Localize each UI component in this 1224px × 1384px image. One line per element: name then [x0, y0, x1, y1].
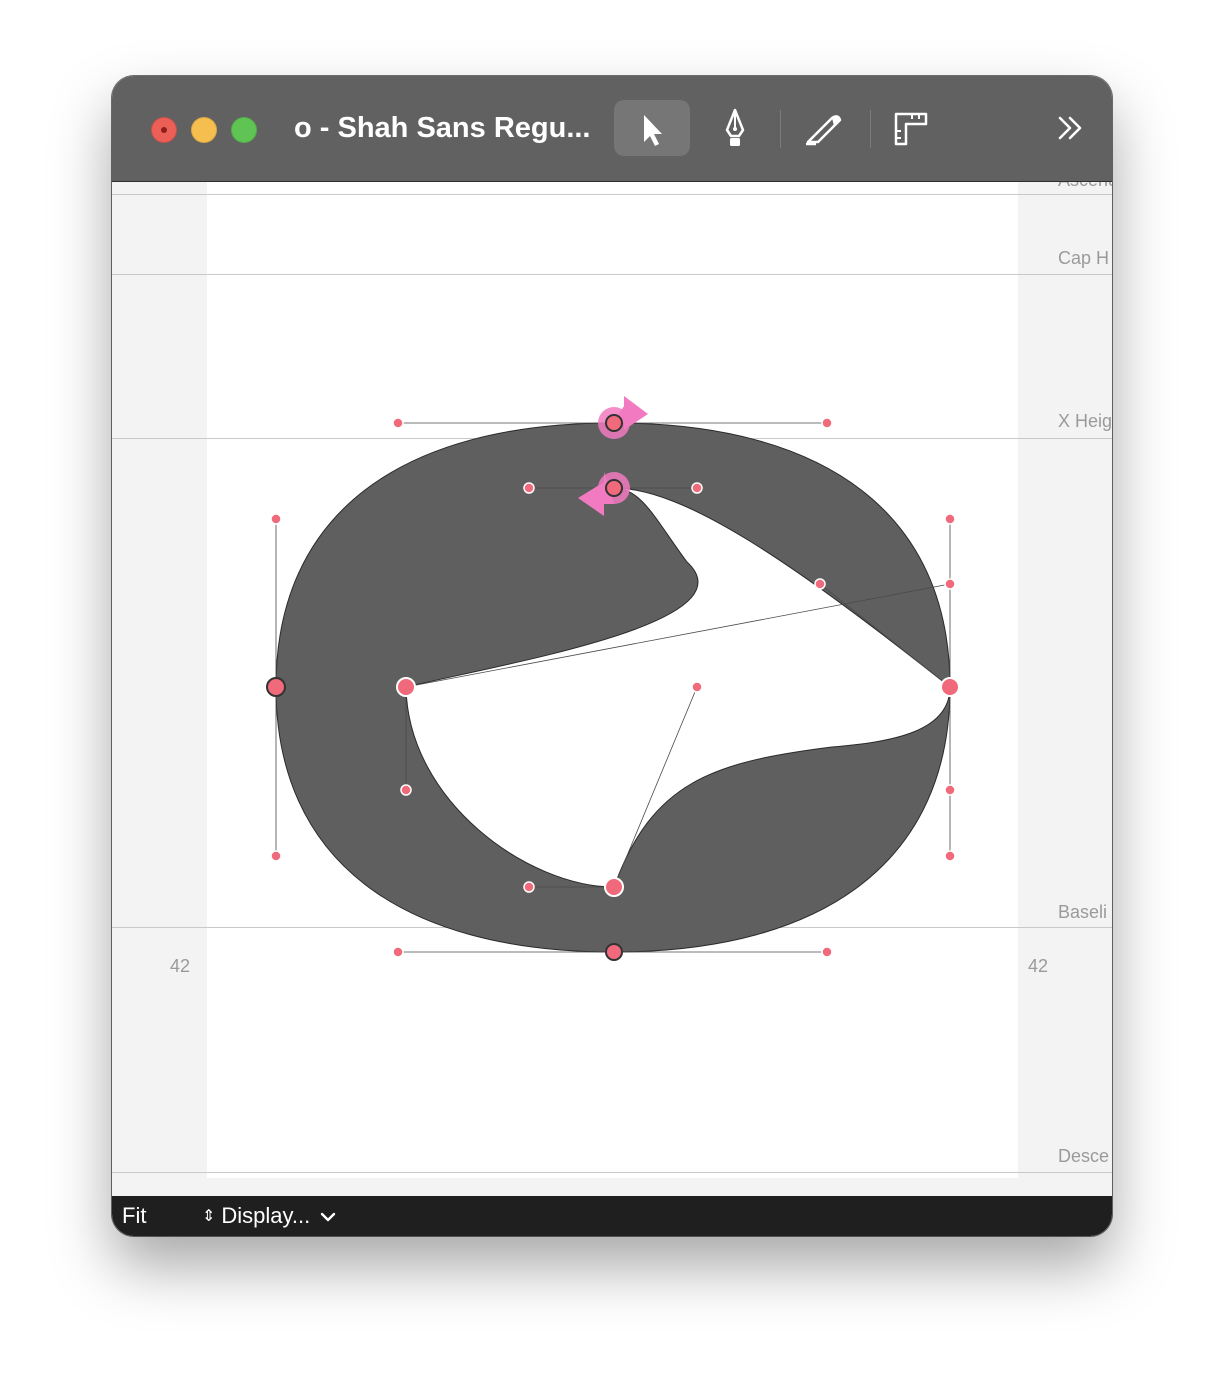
glyph-outline-view[interactable]: [112, 182, 1112, 1196]
toolbar-separator: [870, 110, 871, 148]
glyph-editor-window: o - Shah Sans Regu... Cap H X Heig Basel…: [112, 76, 1112, 1236]
glyph-canvas[interactable]: Ascender Cap H X Heig Baseli Desce 42 42: [112, 182, 1112, 1196]
ruler-square-icon: [894, 112, 928, 146]
toolbar-overflow-button[interactable]: [1036, 100, 1100, 156]
minimize-button[interactable]: [191, 117, 217, 143]
display-options-label: Display...: [221, 1203, 311, 1228]
title-bar: o - Shah Sans Regu...: [112, 76, 1112, 182]
chevron-down-icon: [320, 1204, 336, 1228]
close-button[interactable]: [151, 117, 177, 143]
status-bar: Fit ⇕ Display...: [112, 1196, 1112, 1236]
pointer-arrow-icon: [644, 115, 662, 146]
display-options-popup[interactable]: ⇕ Display...: [202, 1204, 336, 1231]
double-chevron-right-icon: [1058, 116, 1082, 140]
select-tool-button[interactable]: [614, 100, 690, 156]
toolbar-separator: [780, 110, 781, 148]
knife-tool-button[interactable]: [788, 100, 864, 156]
zoom-button[interactable]: [231, 117, 257, 143]
knife-icon: [806, 115, 842, 146]
pen-nib-icon: [725, 108, 745, 146]
up-down-arrows-icon: ⇕: [202, 1208, 216, 1225]
metrics-tool-button[interactable]: [872, 100, 948, 156]
pen-tool-button[interactable]: [697, 100, 773, 156]
zoom-fit-button[interactable]: Fit: [122, 1204, 146, 1228]
window-title: o - Shah Sans Regu...: [294, 112, 591, 144]
